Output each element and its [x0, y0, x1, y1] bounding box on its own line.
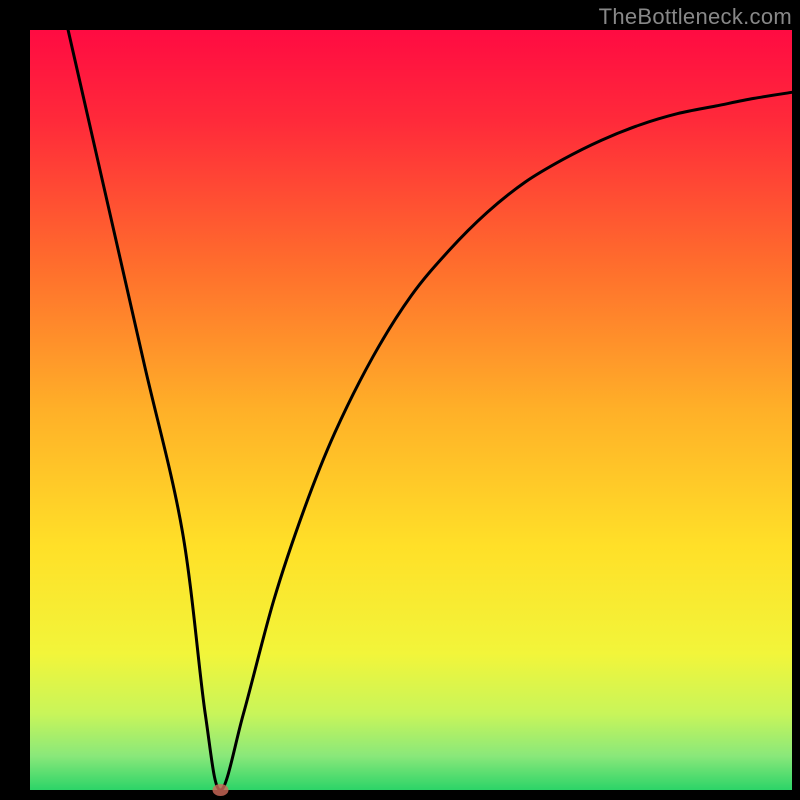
minimum-marker [213, 784, 229, 796]
plot-background [30, 30, 792, 790]
bottleneck-chart [0, 0, 800, 800]
attribution-label: TheBottleneck.com [599, 4, 792, 30]
chart-root: TheBottleneck.com [0, 0, 800, 800]
